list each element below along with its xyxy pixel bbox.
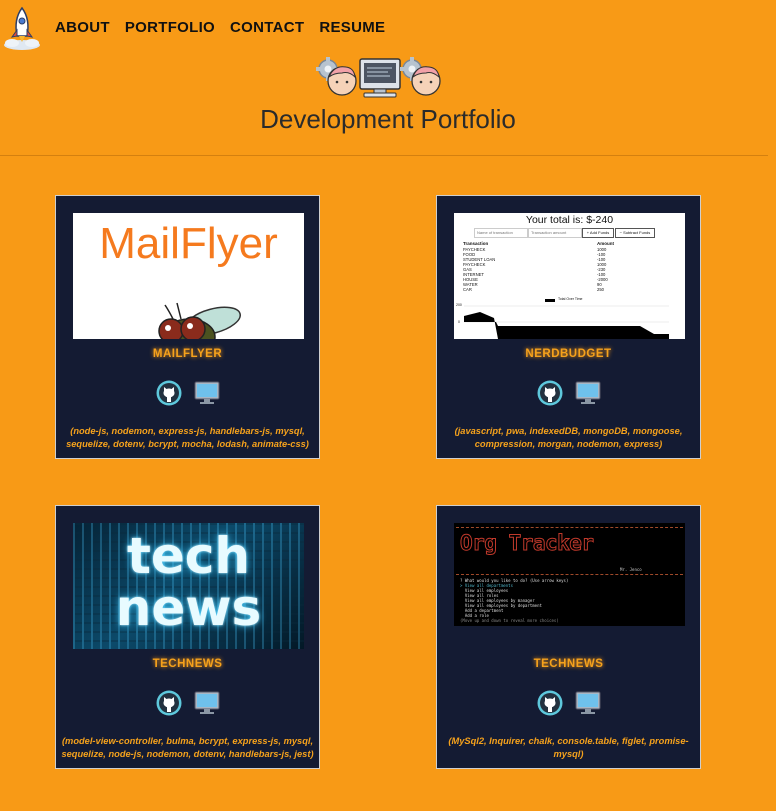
project-card-technews: tech news TECHNEWS (model-view-controlle… <box>55 505 320 769</box>
thumb-console-output: ? What would you like to do? (Use arrow … <box>460 578 680 623</box>
project-title: NERDBUDGET <box>525 348 612 360</box>
nav-link-about[interactable]: ABOUT <box>55 19 110 36</box>
tech-stack: (javascript, pwa, indexedDB, mongoDB, mo… <box>454 426 683 449</box>
monitor-icon[interactable] <box>194 690 220 716</box>
thumb-input-name: Name of transaction <box>474 228 528 238</box>
thumb-banner-rule <box>456 574 683 575</box>
tech-stack: (node-js, nodemon, express-js, handlebar… <box>66 426 309 449</box>
fly-icon <box>158 302 241 339</box>
thumb-add-funds-button: + Add Funds <box>582 228 614 238</box>
thumb-transaction-amount: 250 <box>597 287 604 292</box>
thumb-banner: Org Tracker <box>460 531 595 556</box>
project-screenshot[interactable]: Org Tracker Mr. Jenco ? What would you l… <box>454 523 685 626</box>
github-icon[interactable] <box>156 380 182 406</box>
project-screenshot[interactable]: Your total is: $-240 Name of transaction… <box>454 213 685 339</box>
tech-stack: (model-view-controller, bulma, bcrypt, e… <box>61 736 314 759</box>
thumb-input-amount: Transaction amount <box>528 228 582 238</box>
thumb-brand-text: MailFlyer <box>99 219 278 268</box>
monitor-icon[interactable] <box>575 380 601 406</box>
thumb-col-transaction: Transaction <box>463 241 489 246</box>
rocket-icon[interactable] <box>2 6 42 50</box>
project-title: TECHNEWS <box>533 658 604 670</box>
thumb-transaction-name: CAR <box>463 287 472 292</box>
page-title: Development Portfolio <box>260 104 516 134</box>
monitor-icon[interactable] <box>575 690 601 716</box>
thumb-banner-rule <box>456 527 683 528</box>
thumb-console-line: (Move up and down to reveal more choices… <box>460 618 559 623</box>
navbar: ABOUT PORTFOLIO CONTACT RESUME <box>0 0 776 52</box>
thumb-author: Mr. Jenco <box>620 567 642 572</box>
project-screenshot[interactable]: MailFlyer <box>73 213 304 339</box>
github-icon[interactable] <box>537 690 563 716</box>
project-title: TECHNEWS <box>152 658 223 670</box>
thumb-chart-area <box>464 305 669 339</box>
thumb-word-tech: tech <box>126 527 251 585</box>
divider <box>0 155 768 156</box>
thumb-transaction-row: CAR 250 <box>463 287 643 292</box>
monitor-icon[interactable] <box>194 380 220 406</box>
thumb-transaction-table: PAYCHECK 1000 FOOD -100 STUDENT LOAN -100 PAYC… <box>463 247 643 292</box>
nav-link-contact[interactable]: CONTACT <box>230 19 304 36</box>
project-card-org-tracker: Org Tracker Mr. Jenco ? What would you l… <box>436 505 701 769</box>
github-icon[interactable] <box>156 690 182 716</box>
github-icon[interactable] <box>537 380 563 406</box>
nav-link-portfolio[interactable]: PORTFOLIO <box>125 19 215 36</box>
thumb-chart: Total Over Time 200 0 <box>454 296 685 339</box>
thumb-word-news: news <box>115 579 262 637</box>
nav-link-resume[interactable]: RESUME <box>319 19 385 36</box>
tech-stack: (MySql2, Inquirer, chalk, console.table,… <box>448 736 689 759</box>
thumb-subtract-funds-button: − Subtract Funds <box>615 228 655 238</box>
project-title: MAILFLYER <box>152 348 223 360</box>
thumb-col-amount: Amount <box>597 241 614 246</box>
project-card-nerdbudget: Your total is: $-240 Name of transaction… <box>436 195 701 459</box>
project-screenshot[interactable]: tech news <box>73 523 304 649</box>
project-card-mailflyer: MailFlyer MAILFLYER (node-js, nodemon, e… <box>55 195 320 459</box>
budget-total: Your total is: $-240 <box>525 214 614 226</box>
developers-computer-icon <box>316 57 441 98</box>
